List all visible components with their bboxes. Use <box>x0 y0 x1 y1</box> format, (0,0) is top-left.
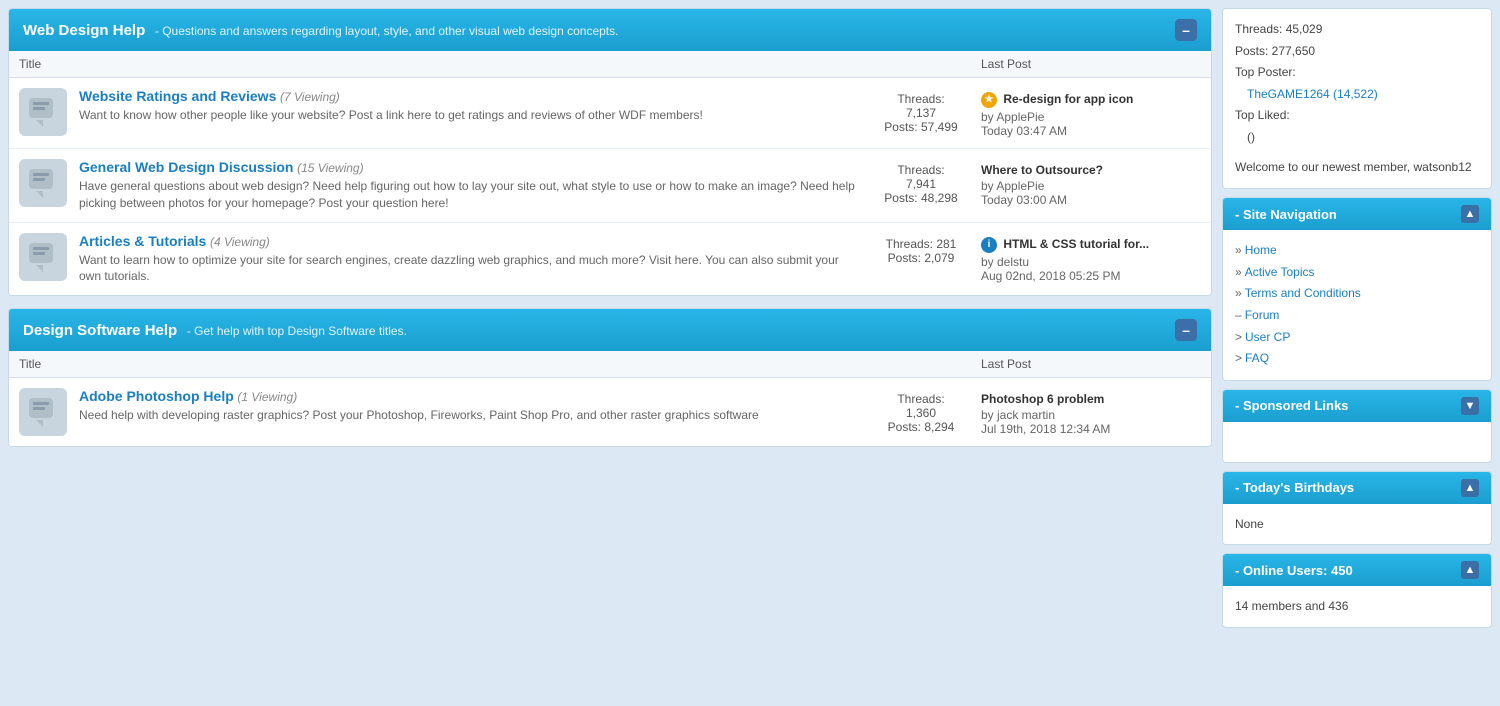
collapse-online-users-button[interactable]: ▲ <box>1461 561 1479 579</box>
web-design-help-section: Web Design Help - Questions and answers … <box>8 8 1212 296</box>
forum-row-website-ratings: Website Ratings and Reviews (7 Viewing) … <box>9 78 1211 149</box>
lastpost-icon-gold: ★ <box>981 92 997 108</box>
collapse-web-design-button[interactable]: – <box>1175 19 1197 41</box>
online-users-content: 14 members and 436 <box>1235 599 1348 613</box>
nav-forum: Forum <box>1235 305 1479 327</box>
col-lastpost-label: Last Post <box>981 57 1201 71</box>
forum-desc-adobe-photoshop: Need help with developing raster graphic… <box>79 407 861 424</box>
site-navigation-body: Home Active Topics Terms and Conditions … <box>1223 230 1491 380</box>
birthdays-content: None <box>1235 517 1264 531</box>
todays-birthdays-body: None <box>1223 504 1491 544</box>
viewing-count-adobe-photoshop: (1 Viewing) <box>237 390 297 404</box>
forum-icon-adobe-photoshop <box>19 388 67 436</box>
top-liked-value: () <box>1235 127 1479 149</box>
lastpost-icon-blue: i <box>981 237 997 253</box>
col-title-label: Title <box>19 57 861 71</box>
collapse-design-software-button[interactable]: – <box>1175 319 1197 341</box>
forum-lastpost-articles-tutorials: i HTML & CSS tutorial for... by delstu A… <box>981 233 1201 283</box>
forum-info-articles-tutorials: Articles & Tutorials (4 Viewing) Want to… <box>79 233 861 286</box>
todays-birthdays-box: - Today's Birthdays ▲ None <box>1222 471 1492 545</box>
sidebar: Threads: 45,029 Posts: 277,650 Top Poste… <box>1222 8 1492 628</box>
online-users-header: - Online Users: 450 ▲ <box>1223 554 1491 586</box>
col-headers-web-design: Title Last Post <box>9 51 1211 78</box>
forum-desc-articles-tutorials: Want to learn how to optimize your site … <box>79 252 861 286</box>
forum-info-general-web-design: General Web Design Discussion (15 Viewin… <box>79 159 861 212</box>
nav-user-cp: User CP <box>1235 327 1479 349</box>
viewing-count-articles-tutorials: (4 Viewing) <box>210 235 270 249</box>
forum-info-website-ratings: Website Ratings and Reviews (7 Viewing) … <box>79 88 861 124</box>
col-headers-design-software: Title Last Post <box>9 351 1211 378</box>
forum-stats-adobe-photoshop: Threads: 1,360 Posts: 8,294 <box>861 388 981 434</box>
forum-stats-general-web-design: Threads: 7,941 Posts: 48,298 <box>861 159 981 205</box>
forum-lastpost-general-web-design: Where to Outsource? by ApplePie Today 03… <box>981 159 1201 207</box>
forum-desc-website-ratings: Want to know how other people like your … <box>79 107 861 124</box>
forum-desc-general-web-design: Have general questions about web design?… <box>79 178 861 212</box>
col-title-design-label: Title <box>19 357 861 371</box>
top-poster-label: Top Poster: <box>1235 62 1479 84</box>
forum-stats-website-ratings: Threads: 7,137 Posts: 57,499 <box>861 88 981 134</box>
todays-birthdays-title: - Today's Birthdays <box>1235 480 1354 495</box>
nav-faq: FAQ <box>1235 348 1479 370</box>
viewing-count-website-ratings: (7 Viewing) <box>280 90 340 104</box>
sponsored-links-header: - Sponsored Links ▼ <box>1223 390 1491 422</box>
collapse-sponsored-button[interactable]: ▼ <box>1461 397 1479 415</box>
posts-stat: Posts: 277,650 <box>1235 41 1479 63</box>
collapse-birthdays-button[interactable]: ▲ <box>1461 479 1479 497</box>
nav-active-topics: Active Topics <box>1235 262 1479 284</box>
sponsored-links-body <box>1223 422 1491 462</box>
forum-stats-articles-tutorials: Threads: 281 Posts: 2,079 <box>861 233 981 265</box>
online-users-body: 14 members and 436 <box>1223 586 1491 626</box>
col-lastpost-design-label: Last Post <box>981 357 1201 371</box>
forum-lastpost-adobe-photoshop: Photoshop 6 problem by jack martin Jul 1… <box>981 388 1201 436</box>
design-software-help-section: Design Software Help - Get help with top… <box>8 308 1212 447</box>
forum-link-website-ratings[interactable]: Website Ratings and Reviews <box>79 88 276 104</box>
forum-info-adobe-photoshop: Adobe Photoshop Help (1 Viewing) Need he… <box>79 388 861 424</box>
forum-icon-general-web-design <box>19 159 67 207</box>
section-title-design-software: Design Software Help <box>23 322 177 339</box>
forum-icon-website-ratings <box>19 88 67 136</box>
collapse-site-nav-button[interactable]: ▲ <box>1461 205 1479 223</box>
section-header-web-design: Web Design Help - Questions and answers … <box>9 9 1211 51</box>
section-desc-web-design: - Questions and answers regarding layout… <box>155 24 619 38</box>
forum-icon-articles-tutorials <box>19 233 67 281</box>
site-navigation-header: - Site Navigation ▲ <box>1223 198 1491 230</box>
forum-lastpost-website-ratings: ★ Re-design for app icon by ApplePie Tod… <box>981 88 1201 138</box>
viewing-count-general-web-design: (15 Viewing) <box>297 161 363 175</box>
section-title-web-design: Web Design Help <box>23 22 145 39</box>
threads-stat: Threads: 45,029 <box>1235 19 1479 41</box>
sponsored-links-box: - Sponsored Links ▼ <box>1222 389 1492 463</box>
forum-row-adobe-photoshop: Adobe Photoshop Help (1 Viewing) Need he… <box>9 378 1211 446</box>
forum-row-articles-tutorials: Articles & Tutorials (4 Viewing) Want to… <box>9 223 1211 296</box>
site-navigation-box: - Site Navigation ▲ Home Active Topics T… <box>1222 197 1492 381</box>
forum-link-general-web-design[interactable]: General Web Design Discussion <box>79 159 293 175</box>
stats-box: Threads: 45,029 Posts: 277,650 Top Poste… <box>1222 8 1492 189</box>
section-desc-design-software: - Get help with top Design Software titl… <box>187 324 407 338</box>
sponsored-links-title: - Sponsored Links <box>1235 398 1348 413</box>
online-users-box: - Online Users: 450 ▲ 14 members and 436 <box>1222 553 1492 627</box>
nav-terms: Terms and Conditions <box>1235 283 1479 305</box>
site-navigation-title: - Site Navigation <box>1235 207 1337 222</box>
main-content: Web Design Help - Questions and answers … <box>8 8 1212 628</box>
online-users-title: - Online Users: 450 <box>1235 563 1353 578</box>
top-poster-link[interactable]: TheGAME1264 (14,522) <box>1247 87 1378 101</box>
nav-home: Home <box>1235 240 1479 262</box>
newest-member-text: Welcome to our newest member, watsonb12 <box>1235 157 1479 179</box>
forum-link-articles-tutorials[interactable]: Articles & Tutorials <box>79 233 206 249</box>
todays-birthdays-header: - Today's Birthdays ▲ <box>1223 472 1491 504</box>
section-header-design-software: Design Software Help - Get help with top… <box>9 309 1211 351</box>
forum-row-general-web-design: General Web Design Discussion (15 Viewin… <box>9 149 1211 223</box>
forum-link-adobe-photoshop[interactable]: Adobe Photoshop Help <box>79 388 234 404</box>
top-liked-label: Top Liked: <box>1235 105 1479 127</box>
